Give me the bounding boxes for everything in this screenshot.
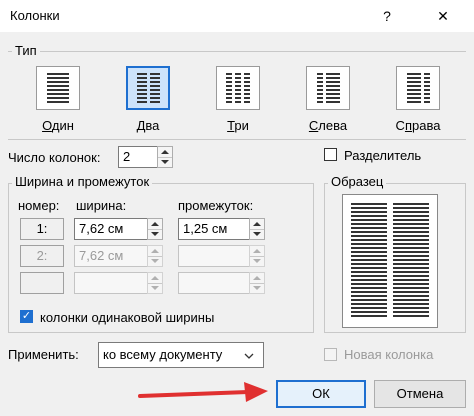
help-icon[interactable]: ?: [374, 4, 400, 28]
type-group-line: [8, 51, 466, 52]
close-icon[interactable]: ✕: [430, 4, 456, 28]
type-group-bottom-line: [8, 139, 466, 140]
preset-right-label: Справа: [395, 118, 441, 133]
preset-two-button[interactable]: [126, 66, 170, 110]
cancel-button[interactable]: Отмена: [374, 380, 466, 408]
width-input[interactable]: [74, 272, 148, 294]
ok-button[interactable]: ОК: [276, 380, 366, 408]
row-number: 1:: [20, 218, 64, 240]
width-stepper[interactable]: [147, 245, 163, 267]
row-number: 2:: [20, 245, 64, 267]
preset-two-label: Два: [136, 118, 160, 133]
equal-width-label: колонки одинаковой ширины: [40, 310, 215, 325]
width-header: ширина:: [76, 198, 127, 213]
width-stepper[interactable]: [147, 218, 163, 240]
width-spacing-label: Ширина и промежуток: [12, 174, 153, 189]
preset-right-button[interactable]: [396, 66, 440, 110]
spacing-stepper[interactable]: [249, 218, 265, 240]
preset-one-label: Один: [42, 118, 74, 133]
spacing-stepper[interactable]: [249, 245, 265, 267]
col-number-header: номер:: [18, 198, 60, 213]
new-column-checkbox[interactable]: [324, 348, 337, 361]
apply-select-value: ко всему документу: [103, 347, 223, 362]
num-columns-input[interactable]: 2: [118, 146, 158, 168]
chevron-down-icon[interactable]: [244, 349, 254, 359]
preset-three-label: Три: [227, 118, 249, 133]
preset-left-label: Слева: [308, 118, 348, 133]
preview-column-2: [393, 203, 429, 319]
spacing-input[interactable]: [178, 245, 250, 267]
spacing-header: промежуток:: [178, 198, 254, 213]
type-group-label: Тип: [12, 43, 40, 58]
width-stepper[interactable]: [147, 272, 163, 294]
separator-label: Разделитель: [344, 148, 422, 163]
spacing-stepper[interactable]: [249, 272, 265, 294]
window-title: Колонки: [10, 8, 60, 23]
title-bar: [0, 0, 474, 32]
row-number: [20, 272, 64, 294]
num-columns-label: Число колонок:: [8, 150, 101, 165]
equal-width-checkbox[interactable]: ✓: [20, 310, 33, 323]
spacing-input[interactable]: 1,25 см: [178, 218, 250, 240]
apply-select[interactable]: ко всему документу: [98, 342, 264, 368]
red-arrow-annotation: [138, 378, 270, 408]
preset-left-button[interactable]: [306, 66, 350, 110]
width-input[interactable]: 7,62 см: [74, 245, 148, 267]
preset-one-button[interactable]: [36, 66, 80, 110]
preset-three-button[interactable]: [216, 66, 260, 110]
new-column-label: Новая колонка: [344, 347, 434, 362]
preview-label: Образец: [328, 174, 387, 189]
apply-label: Применить:: [8, 347, 79, 362]
preview-page: [342, 194, 438, 328]
separator-checkbox[interactable]: [324, 148, 337, 161]
width-input[interactable]: 7,62 см: [74, 218, 148, 240]
spacing-input[interactable]: [178, 272, 250, 294]
preview-column-1: [351, 203, 387, 319]
num-columns-stepper[interactable]: [157, 146, 173, 168]
